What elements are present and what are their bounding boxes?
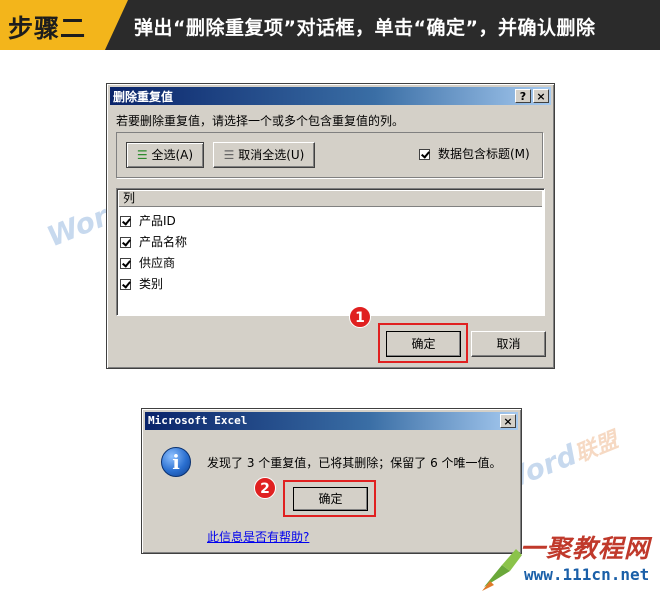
select-all-button[interactable]: ☰ 全选(A) [126,142,204,168]
column-label: 产品ID [139,214,176,228]
info-icon: i [161,447,191,477]
has-headers-checkbox[interactable] [419,149,430,160]
columns-list-header: 列 [119,191,542,207]
dialog-titlebar[interactable]: 删除重复值 ? × [110,87,551,105]
watermark-cn: 联盟 [571,428,622,468]
step-title: 弹出“删除重复项”对话框，单击“确定”，并确认删除 [134,17,596,39]
dialog-title: 删除重复值 [113,90,174,104]
has-headers-label: 数据包含标题(M) [438,147,530,161]
step-badge-1: 1 [349,306,371,328]
step-badge-2: 2 [254,477,276,499]
message-titlebar[interactable]: Microsoft Excel × [145,412,518,430]
unselect-all-icon: ☰ [223,148,235,162]
instruction-text: 若要删除重复值，请选择一个或多个包含重复值的列。 [116,114,405,128]
column-item-category[interactable]: 类别 [120,274,163,294]
feedback-link[interactable]: 此信息是否有帮助? [207,528,309,545]
column-checkbox[interactable] [120,279,131,290]
unselect-all-label: 取消全选(U) [238,148,305,162]
column-checkbox[interactable] [120,216,131,227]
column-item-product-id[interactable]: 产品ID [120,211,176,231]
columns-listbox[interactable]: 列 产品ID 产品名称 供应商 类别 [116,188,545,316]
select-all-icon: ☰ [136,148,148,162]
help-button[interactable]: ? [515,89,531,103]
column-label: 产品名称 [139,235,188,249]
cancel-button[interactable]: 取消 [471,331,546,357]
column-item-supplier[interactable]: 供应商 [120,253,175,273]
highlight-ok-button [378,323,468,363]
column-label: 供应商 [139,256,176,270]
step-tag-label: 步骤二 [8,14,87,43]
column-checkbox[interactable] [120,237,131,248]
has-headers-option[interactable]: 数据包含标题(M) [419,145,530,162]
close-button[interactable]: × [500,414,516,428]
remove-duplicates-dialog: 删除重复值 ? × 若要删除重复值，请选择一个或多个包含重复值的列。 ☰ 全选(… [106,83,555,369]
column-label: 类别 [139,277,164,291]
unselect-all-button[interactable]: ☰ 取消全选(U) [213,142,315,168]
site-brand: 一聚教程网 [520,534,651,563]
message-title: Microsoft Excel [148,414,248,427]
site-logo: 一聚教程网 www.111cn.net [480,525,660,592]
step-tag: 步骤二 [0,0,128,50]
step-header: 步骤二 弹出“删除重复项”对话框，单击“确定”，并确认删除 [0,0,660,50]
message-text: 发现了 3 个重复值，已将其删除；保留了 6 个唯一值。 [207,456,502,470]
highlight-message-ok [283,480,376,517]
select-all-label: 全选(A) [151,148,194,162]
column-checkbox[interactable] [120,258,131,269]
close-button[interactable]: × [533,89,549,103]
site-url: www.111cn.net [524,565,650,584]
column-item-product-name[interactable]: 产品名称 [120,232,187,252]
